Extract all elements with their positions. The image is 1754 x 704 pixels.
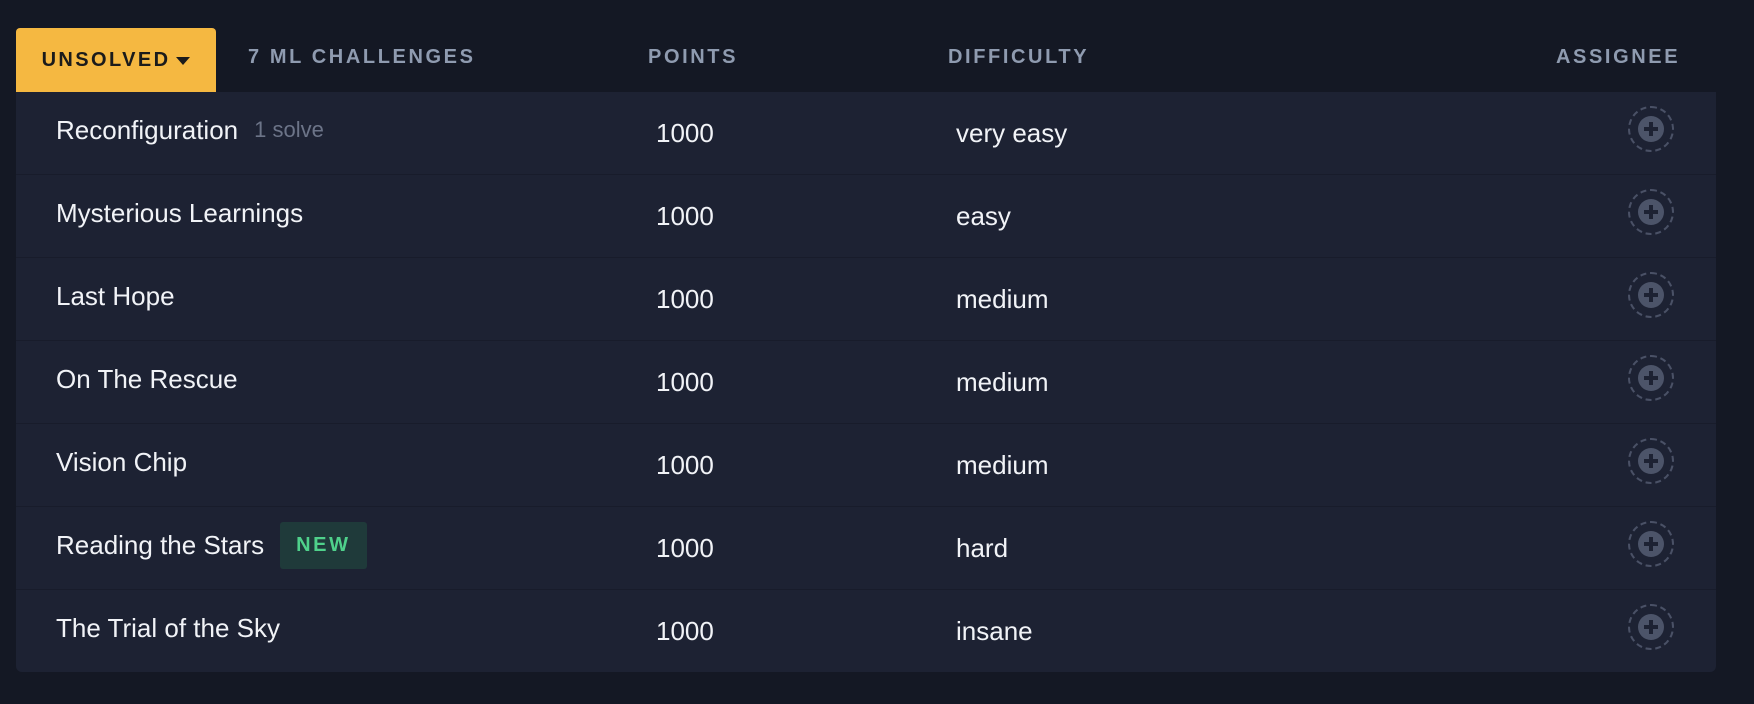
assign-button[interactable]: [1628, 272, 1674, 318]
challenge-row[interactable]: Reconfiguration 1 solve 1000 very easy: [16, 92, 1716, 175]
challenge-row[interactable]: Vision Chip 1000 medium: [16, 424, 1716, 507]
challenge-points: 1000: [656, 200, 714, 231]
challenge-name[interactable]: Reading the Stars: [56, 530, 264, 561]
challenge-points: 1000: [656, 449, 714, 480]
challenge-row[interactable]: The Trial of the Sky 1000 insane: [16, 590, 1716, 672]
challenge-row[interactable]: Mysterious Learnings 1000 easy: [16, 175, 1716, 258]
unsolved-filter-button[interactable]: UNSOLVED: [16, 28, 216, 92]
challenge-difficulty: easy: [956, 200, 1011, 231]
challenge-points: 1000: [656, 366, 714, 397]
challenge-points: 1000: [656, 117, 714, 148]
assignee-column-header: ASSIGNEE: [1556, 46, 1681, 68]
assign-button[interactable]: [1628, 604, 1674, 650]
challenge-difficulty: medium: [956, 366, 1049, 397]
challenge-name[interactable]: Last Hope: [56, 281, 175, 312]
assign-button[interactable]: [1628, 438, 1674, 484]
challenge-row[interactable]: Last Hope 1000 medium: [16, 258, 1716, 341]
challenge-title-cell: Reconfiguration 1 solve: [56, 92, 324, 168]
assign-button[interactable]: [1628, 189, 1674, 235]
challenge-points: 1000: [656, 283, 714, 314]
add-assignee-icon: [1638, 282, 1664, 308]
add-assignee-icon: [1638, 199, 1664, 225]
challenge-name[interactable]: Mysterious Learnings: [56, 198, 303, 229]
challenge-difficulty: insane: [956, 615, 1033, 646]
challenge-title-cell: Last Hope: [56, 258, 175, 334]
challenge-name[interactable]: Vision Chip: [56, 447, 187, 478]
challenge-points: 1000: [656, 532, 714, 563]
challenge-points: 1000: [656, 615, 714, 646]
points-column-header: POINTS: [648, 46, 739, 68]
challenge-count-header: 7 ML CHALLENGES: [248, 46, 476, 68]
challenge-difficulty: medium: [956, 449, 1049, 480]
challenge-difficulty: hard: [956, 532, 1009, 563]
add-assignee-icon: [1638, 531, 1664, 557]
add-assignee-icon: [1638, 448, 1664, 474]
challenge-table: Reconfiguration 1 solve 1000 very easy M…: [16, 92, 1716, 672]
challenge-title-cell: Reading the Stars NEW: [56, 507, 367, 583]
difficulty-column-header: DIFFICULTY: [948, 46, 1090, 68]
challenge-difficulty: medium: [956, 283, 1049, 314]
new-badge: NEW: [280, 521, 367, 569]
solve-count: 1 solve: [254, 117, 324, 142]
filter-label: UNSOLVED: [41, 48, 171, 71]
challenge-title-cell: Vision Chip: [56, 424, 187, 500]
assign-button[interactable]: [1628, 106, 1674, 152]
table-header: UNSOLVED 7 ML CHALLENGES POINTS DIFFICUL…: [16, 28, 1716, 92]
challenge-row[interactable]: On The Rescue 1000 medium: [16, 341, 1716, 424]
challenge-name[interactable]: The Trial of the Sky: [56, 613, 280, 644]
challenge-title-cell: Mysterious Learnings: [56, 175, 303, 251]
challenge-title-cell: On The Rescue: [56, 341, 238, 417]
challenge-title-cell: The Trial of the Sky: [56, 590, 280, 666]
assign-button[interactable]: [1628, 521, 1674, 567]
add-assignee-icon: [1638, 116, 1664, 142]
challenge-name[interactable]: Reconfiguration: [56, 115, 238, 146]
caret-down-icon: [176, 57, 191, 65]
add-assignee-icon: [1638, 614, 1664, 640]
challenge-difficulty: very easy: [956, 117, 1068, 148]
add-assignee-icon: [1638, 365, 1664, 391]
challenge-panel: UNSOLVED 7 ML CHALLENGES POINTS DIFFICUL…: [16, 28, 1716, 672]
assign-button[interactable]: [1628, 355, 1674, 401]
challenge-row[interactable]: Reading the Stars NEW 1000 hard: [16, 507, 1716, 590]
challenge-name[interactable]: On The Rescue: [56, 364, 238, 395]
